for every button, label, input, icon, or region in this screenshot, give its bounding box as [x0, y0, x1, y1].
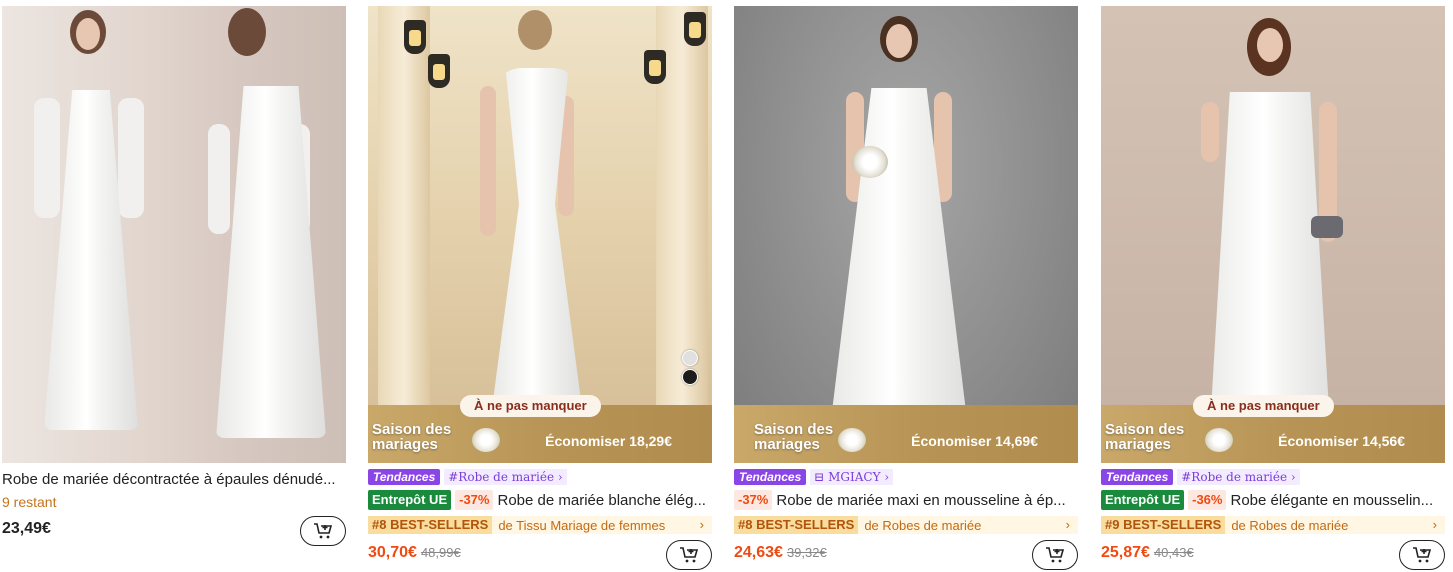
sale-price: 30,70€ — [368, 544, 417, 561]
banner-title: Saison des mariages — [754, 421, 834, 453]
add-to-cart-button[interactable] — [1032, 540, 1078, 570]
add-to-cart-button[interactable] — [666, 540, 712, 570]
brand-name: MGIACY › — [828, 470, 890, 484]
product-title[interactable]: Robe de mariée décontractée à épaules dé… — [2, 470, 346, 490]
add-to-cart-icon — [1413, 547, 1432, 563]
product-price: 30,70€ 48,99€ — [368, 544, 461, 562]
product-card[interactable]: À ne pas manquer Saison des mariages Éco… — [1101, 6, 1445, 572]
best-seller-bar[interactable]: #8 BEST-SELLERS de Tissu Mariage de femm… — [368, 516, 712, 534]
bouquet-decoration — [852, 146, 888, 178]
best-seller-bar[interactable]: #9 BEST-SELLERS de Robes de mariée › — [1101, 516, 1445, 534]
banner-title: Saison des mariages — [1105, 421, 1185, 453]
original-price: 40,43€ — [1153, 545, 1194, 560]
banner-savings: Économiser 18,29€ — [545, 433, 672, 449]
sale-price: 24,63€ — [734, 544, 783, 561]
wall-lamp-icon — [644, 50, 666, 84]
add-to-cart-icon — [314, 523, 333, 539]
tag-row: Tendances ⊟ MGIACY › — [734, 469, 894, 485]
tag-row: Tendances #Robe de mariée › — [1101, 469, 1300, 485]
product-image[interactable]: À ne pas manquer Saison des mariages Éco… — [368, 6, 712, 463]
promo-banner[interactable]: À ne pas manquer Saison des mariages Éco… — [368, 395, 712, 463]
best-seller-category: de Tissu Mariage de femmes — [498, 517, 666, 533]
add-to-cart-icon — [1046, 547, 1065, 563]
banner-tag: À ne pas manquer — [460, 395, 601, 417]
product-card[interactable]: Robe de mariée décontractée à épaules dé… — [2, 6, 346, 572]
bouquet-icon — [472, 428, 500, 452]
stock-remaining: 9 restant — [2, 494, 57, 510]
warehouse-badge: Entrepôt UE — [1101, 490, 1185, 510]
discount-badge: -36% — [1188, 490, 1227, 510]
product-image[interactable]: Saison des mariages Économiser 14,69€ — [734, 6, 1078, 463]
best-seller-rank: #8 BEST-SELLERS — [368, 516, 493, 534]
product-title[interactable]: Robe élégante en mousselin... — [1230, 492, 1445, 509]
add-to-cart-button[interactable] — [300, 516, 346, 546]
wall-lamp-icon — [684, 12, 706, 46]
clutch-bag-decoration — [1311, 216, 1343, 238]
best-seller-rank: #9 BEST-SELLERS — [1101, 516, 1226, 534]
title-row: Entrepôt UE -37% Robe de mariée blanche … — [368, 489, 712, 511]
original-price: 48,99€ — [420, 545, 461, 560]
best-seller-category: de Robes de mariée — [864, 517, 982, 533]
title-row: Entrepôt UE -36% Robe élégante en mousse… — [1101, 489, 1445, 511]
swatch-black[interactable] — [682, 369, 698, 385]
promo-banner[interactable]: Saison des mariages Économiser 14,69€ — [734, 405, 1078, 463]
bouquet-icon — [1205, 428, 1233, 452]
brand-link[interactable]: ⊟ MGIACY › — [810, 469, 894, 485]
product-image[interactable]: À ne pas manquer Saison des mariages Éco… — [1101, 6, 1445, 463]
trend-badge[interactable]: Tendances — [368, 469, 441, 485]
product-title[interactable]: Robe de mariée maxi en mousseline à ép..… — [776, 492, 1078, 509]
wall-lamp-icon — [404, 20, 426, 54]
wall-lamp-icon — [428, 54, 450, 88]
best-seller-category: de Robes de mariée — [1231, 517, 1349, 533]
chevron-right-icon: › — [1432, 517, 1437, 532]
product-card[interactable]: Saison des mariages Économiser 14,69€ Te… — [734, 6, 1078, 572]
original-price: 39,32€ — [786, 545, 827, 560]
banner-title: Saison des mariages — [372, 421, 452, 453]
product-price: 23,49€ — [2, 520, 51, 537]
trend-badge[interactable]: Tendances — [734, 469, 807, 485]
bouquet-icon — [838, 428, 866, 452]
best-seller-bar[interactable]: #8 BEST-SELLERS de Robes de mariée › — [734, 516, 1078, 534]
hashtag-link[interactable]: #Robe de mariée › — [444, 469, 567, 485]
product-price: 24,63€ 39,32€ — [734, 544, 827, 562]
trend-badge[interactable]: Tendances — [1101, 469, 1174, 485]
product-price: 25,87€ 40,43€ — [1101, 544, 1194, 562]
banner-tag: À ne pas manquer — [1193, 395, 1334, 417]
discount-badge: -37% — [734, 490, 773, 510]
discount-badge: -37% — [455, 490, 494, 510]
chevron-right-icon: › — [699, 517, 704, 532]
pillar-decoration — [378, 6, 430, 406]
product-card[interactable]: À ne pas manquer Saison des mariages Éco… — [368, 6, 712, 572]
add-to-cart-icon — [680, 547, 699, 563]
product-image[interactable] — [2, 6, 346, 463]
chevron-right-icon: › — [1065, 517, 1070, 532]
color-swatches — [682, 350, 700, 388]
hashtag-link[interactable]: #Robe de mariée › — [1177, 469, 1300, 485]
title-row: -37% Robe de mariée maxi en mousseline à… — [734, 489, 1078, 511]
warehouse-badge: Entrepôt UE — [368, 490, 452, 510]
banner-savings: Économiser 14,69€ — [911, 433, 1038, 449]
add-to-cart-button[interactable] — [1399, 540, 1445, 570]
banner-savings: Économiser 14,56€ — [1278, 433, 1405, 449]
sale-price: 25,87€ — [1101, 544, 1150, 561]
tag-row: Tendances #Robe de mariée › — [368, 469, 567, 485]
promo-banner[interactable]: À ne pas manquer Saison des mariages Éco… — [1101, 395, 1445, 463]
best-seller-rank: #8 BEST-SELLERS — [734, 516, 859, 534]
product-title[interactable]: Robe de mariée blanche élég... — [497, 492, 712, 509]
swatch-white[interactable] — [682, 350, 698, 366]
